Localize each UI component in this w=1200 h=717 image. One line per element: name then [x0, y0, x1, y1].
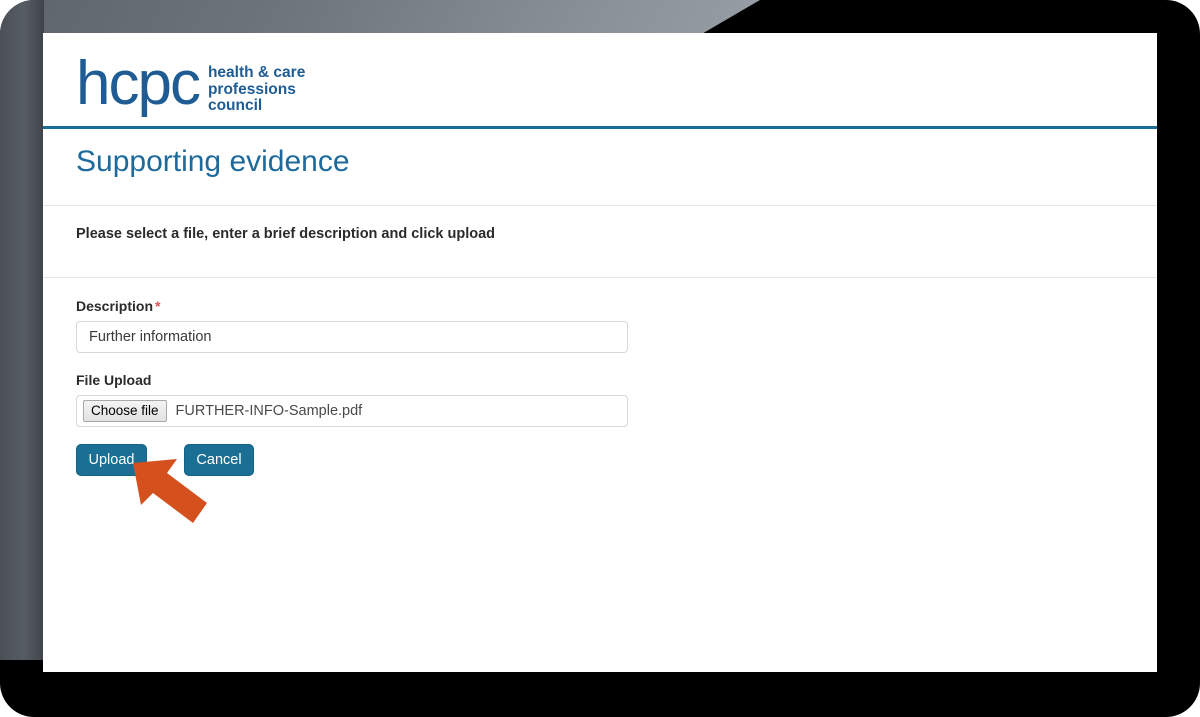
- logo-wordmark: hcpc: [76, 49, 201, 118]
- selected-file-name: FURTHER-INFO-Sample.pdf: [175, 403, 363, 419]
- instruction-text: Please select a file, enter a brief desc…: [76, 226, 496, 242]
- logo-tagline-line-1: health & care: [207, 64, 306, 81]
- device-frame: hcpc health & care professions council S…: [0, 0, 1200, 717]
- hcpc-logo[interactable]: hcpc health & care professions council: [76, 49, 306, 118]
- divider-below-title: [43, 205, 1157, 206]
- choose-file-button[interactable]: Choose file: [83, 400, 167, 422]
- page-title: Supporting evidence: [76, 145, 350, 178]
- divider-below-instruction: [43, 277, 1157, 278]
- cancel-button[interactable]: Cancel: [184, 444, 254, 476]
- logo-tagline: health & care professions council: [207, 64, 306, 115]
- site-header: hcpc health & care professions council: [43, 33, 1157, 129]
- file-upload-label: File Upload: [76, 372, 152, 388]
- page-panel: hcpc health & care professions council S…: [43, 33, 1157, 672]
- logo-tagline-line-2: professions: [207, 80, 296, 98]
- description-input[interactable]: [76, 321, 628, 353]
- description-label-text: Description: [76, 298, 154, 314]
- description-label: Description *: [76, 298, 160, 314]
- title-band: Supporting evidence: [43, 129, 1157, 205]
- required-asterisk: *: [155, 298, 161, 314]
- upload-button[interactable]: Upload: [76, 444, 147, 476]
- logo-tagline-line-3: council: [207, 97, 263, 114]
- file-upload-control[interactable]: Choose file FURTHER-INFO-Sample.pdf: [76, 395, 628, 427]
- frame-bevel-left: [0, 0, 44, 660]
